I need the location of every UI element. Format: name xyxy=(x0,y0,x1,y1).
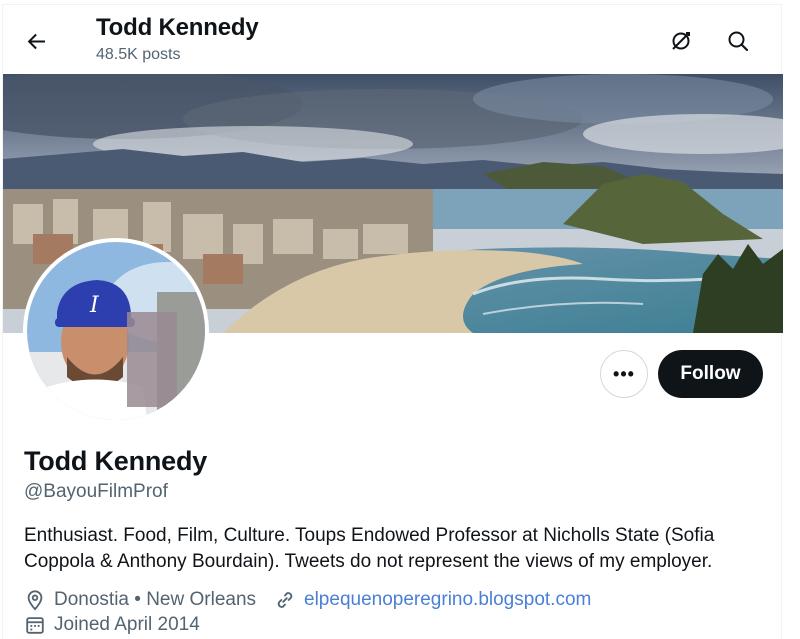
refresh-off-button[interactable] xyxy=(663,23,699,59)
more-options-button[interactable]: ••• xyxy=(600,350,648,398)
profile-handle: @BayouFilmProf xyxy=(24,481,168,502)
profile-meta-row-1: Donostia • New Orleans elpequenoperegrin… xyxy=(24,589,591,611)
header-title-block: Todd Kennedy 48.5K posts xyxy=(96,13,259,65)
profile-avatar[interactable]: I xyxy=(23,238,209,424)
link-icon xyxy=(274,589,296,611)
profile-location: Donostia • New Orleans xyxy=(54,589,257,610)
arrow-left-icon xyxy=(27,33,45,50)
profile-name: Todd Kennedy xyxy=(24,446,208,476)
post-count: 48.5K posts xyxy=(96,46,181,63)
search-button[interactable] xyxy=(720,23,756,59)
profile-header: Todd Kennedy 48.5K posts xyxy=(3,5,783,75)
profile-bio: Enthusiast. Food, Film, Culture. Toups E… xyxy=(24,525,715,572)
search-icon xyxy=(728,31,749,52)
refresh-off-icon xyxy=(672,32,690,50)
follow-button[interactable]: Follow xyxy=(658,350,763,398)
more-options-icon: ••• xyxy=(613,363,635,384)
profile-joined-date: Joined April 2014 xyxy=(54,614,200,635)
location-icon xyxy=(24,589,46,611)
back-button[interactable] xyxy=(19,23,55,59)
profile-website-link[interactable]: elpequenoperegrino.blogspot.com xyxy=(304,589,591,611)
profile-page: Todd Kennedy 48.5K posts I ••• Follow To… xyxy=(2,4,783,639)
svg-text:I: I xyxy=(89,293,100,318)
header-title: Todd Kennedy xyxy=(96,14,259,41)
profile-meta-row-2: Joined April 2014 xyxy=(24,614,200,636)
calendar-icon xyxy=(24,614,46,636)
